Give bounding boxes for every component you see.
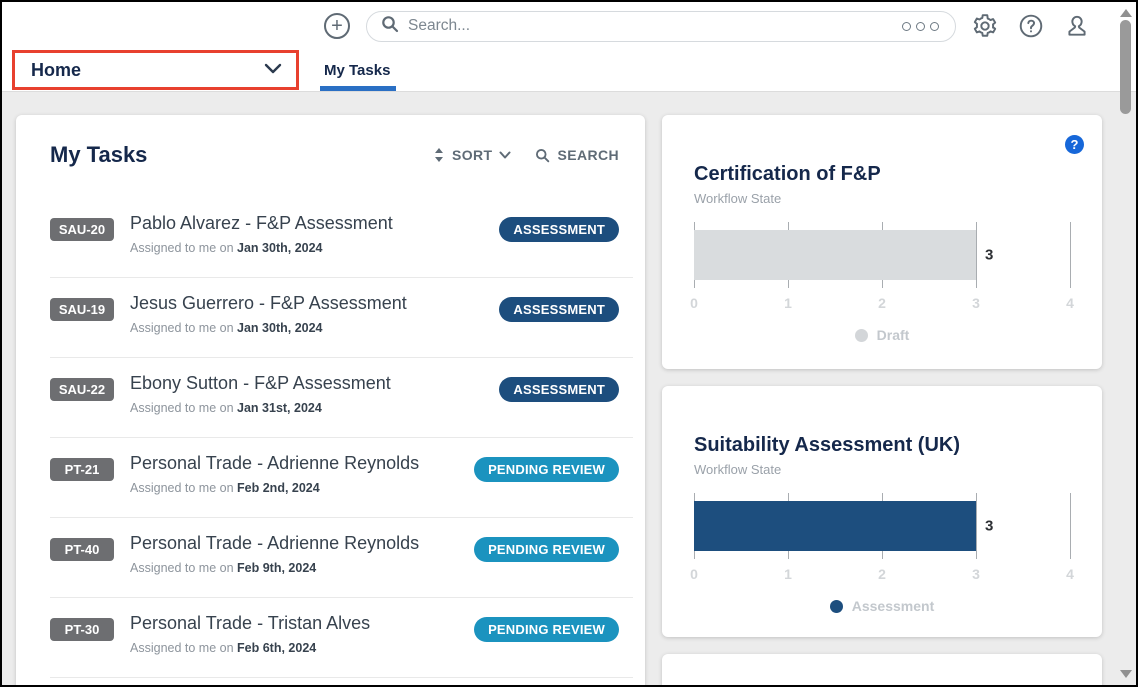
- topbar-icon-group: [972, 13, 1090, 39]
- my-tasks-title: My Tasks: [50, 142, 147, 168]
- status-badge: ASSESSMENT: [499, 377, 619, 402]
- chevron-down-icon: [499, 151, 511, 159]
- user-icon[interactable]: [1064, 13, 1090, 39]
- task-row[interactable]: SAU-20 Pablo Alvarez - F&P Assessment As…: [16, 198, 645, 278]
- gear-icon[interactable]: [972, 13, 998, 39]
- scroll-up-icon[interactable]: [1120, 9, 1132, 17]
- sort-button[interactable]: SORT: [433, 147, 512, 163]
- task-assigned: Assigned to me on Feb 2nd, 2024: [130, 481, 474, 495]
- legend-label: Draft: [877, 327, 910, 343]
- tab-active-indicator: [320, 86, 396, 91]
- sort-label: SORT: [452, 147, 493, 163]
- add-icon[interactable]: +: [324, 13, 350, 39]
- task-assigned: Assigned to me on Jan 30th, 2024: [130, 321, 499, 335]
- content-area: My Tasks SORT SEARCH SAU-20: [2, 92, 1136, 685]
- tab-my-tasks[interactable]: My Tasks: [322, 50, 392, 91]
- bar-value-label: 3: [985, 518, 993, 535]
- bar-value-label: 3: [985, 247, 993, 264]
- scrollbar[interactable]: [1117, 4, 1134, 683]
- home-dropdown[interactable]: Home: [12, 50, 299, 90]
- x-axis-ticks: 01234: [694, 566, 1070, 584]
- task-assigned: Assigned to me on Feb 9th, 2024: [130, 561, 474, 575]
- task-title[interactable]: Personal Trade - Adrienne Reynolds: [130, 533, 474, 554]
- task-row[interactable]: PT-30 Personal Trade - Tristan Alves Ass…: [16, 598, 645, 678]
- my-tasks-panel: My Tasks SORT SEARCH SAU-20: [16, 115, 645, 687]
- task-id-badge: SAU-20: [50, 218, 114, 241]
- my-tasks-header: My Tasks SORT SEARCH: [16, 115, 645, 176]
- chart-legend: Assessment: [694, 598, 1070, 614]
- app-window: + Search... Home My Ta: [0, 0, 1138, 687]
- status-badge: PENDING REVIEW: [474, 457, 619, 482]
- home-dropdown-label: Home: [31, 60, 81, 81]
- legend-dot: [830, 600, 843, 613]
- task-assigned: Assigned to me on Feb 6th, 2024: [130, 641, 474, 655]
- chart-title: Certification of F&P: [694, 115, 1070, 186]
- chart-bar[interactable]: [694, 501, 976, 551]
- task-title[interactable]: Pablo Alvarez - F&P Assessment: [130, 213, 499, 234]
- scrollbar-thumb[interactable]: [1120, 20, 1131, 114]
- status-badge: ASSESSMENT: [499, 297, 619, 322]
- task-assigned: Assigned to me on Jan 30th, 2024: [130, 241, 499, 255]
- task-id-badge: PT-21: [50, 458, 114, 481]
- task-id-badge: PT-40: [50, 538, 114, 561]
- search-tasks-button[interactable]: SEARCH: [535, 147, 619, 163]
- scroll-down-icon[interactable]: [1120, 670, 1132, 678]
- chart-card-certification: ? Certification of F&P Workflow State 3 …: [662, 115, 1102, 369]
- task-id-badge: SAU-22: [50, 378, 114, 401]
- task-id-badge: SAU-19: [50, 298, 114, 321]
- bar-chart: 3: [694, 493, 1070, 559]
- chevron-down-icon: [264, 61, 282, 79]
- task-title[interactable]: Personal Trade - Tristan Alves: [130, 613, 474, 634]
- legend-dot: [855, 329, 868, 342]
- task-title[interactable]: Personal Trade - Adrienne Reynolds: [130, 453, 474, 474]
- global-search-input[interactable]: Search...: [366, 11, 956, 42]
- search-icon: [381, 15, 399, 38]
- task-row[interactable]: PT-40 Personal Trade - Adrienne Reynolds…: [16, 518, 645, 598]
- chart-card-suitability: Suitability Assessment (UK) Workflow Sta…: [662, 386, 1102, 637]
- search-icon: [535, 148, 550, 163]
- chart-legend: Draft: [694, 327, 1070, 343]
- chart-help-icon[interactable]: ?: [1065, 135, 1084, 154]
- search-label: SEARCH: [557, 147, 619, 163]
- task-list: SAU-20 Pablo Alvarez - F&P Assessment As…: [16, 198, 645, 678]
- legend-label: Assessment: [852, 598, 935, 614]
- search-options-icon[interactable]: [902, 22, 941, 31]
- chart-bar[interactable]: [694, 230, 976, 280]
- status-badge: PENDING REVIEW: [474, 617, 619, 642]
- chart-subtitle: Workflow State: [694, 191, 1070, 206]
- status-badge: PENDING REVIEW: [474, 537, 619, 562]
- task-title[interactable]: Ebony Sutton - F&P Assessment: [130, 373, 499, 394]
- task-title[interactable]: Jesus Guerrero - F&P Assessment: [130, 293, 499, 314]
- chart-title: Suitability Assessment (UK): [694, 386, 1070, 457]
- task-row[interactable]: SAU-19 Jesus Guerrero - F&P Assessment A…: [16, 278, 645, 358]
- task-row[interactable]: SAU-22 Ebony Sutton - F&P Assessment Ass…: [16, 358, 645, 438]
- sort-arrows-icon: [433, 148, 445, 162]
- task-assigned: Assigned to me on Jan 31st, 2024: [130, 401, 499, 415]
- task-id-badge: PT-30: [50, 618, 114, 641]
- nav-bar: Home My Tasks: [2, 50, 1136, 92]
- chart-subtitle: Workflow State: [694, 462, 1070, 477]
- x-axis-ticks: 01234: [694, 295, 1070, 313]
- task-row[interactable]: PT-21 Personal Trade - Adrienne Reynolds…: [16, 438, 645, 518]
- list-controls: SORT SEARCH: [433, 147, 619, 163]
- status-badge: ASSESSMENT: [499, 217, 619, 242]
- chart-card-partial: [662, 654, 1102, 687]
- top-bar: + Search...: [2, 2, 1136, 50]
- help-icon[interactable]: [1018, 13, 1044, 39]
- search-placeholder: Search...: [408, 17, 893, 35]
- bar-chart: 3: [694, 222, 1070, 288]
